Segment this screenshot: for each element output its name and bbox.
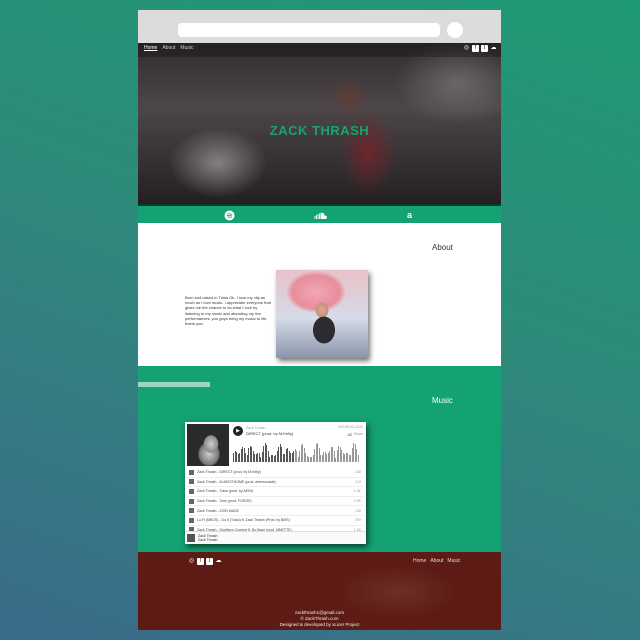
- like-count[interactable]: 42: [348, 432, 352, 437]
- top-nav: Home About Music ◎ f t ☁: [138, 43, 501, 57]
- music-section: Music ▶ Zack Thrash DIRECT (prod. by M.K…: [138, 366, 501, 552]
- footer-nav-home[interactable]: Home: [413, 558, 426, 564]
- nav-about[interactable]: About: [162, 45, 175, 51]
- amazon-icon[interactable]: a: [404, 210, 415, 221]
- footer-nav-music[interactable]: Music: [447, 558, 460, 564]
- track-thumbnail: [189, 479, 194, 485]
- facebook-icon[interactable]: f: [472, 45, 479, 52]
- share-button[interactable]: Share: [354, 432, 363, 436]
- track-title[interactable]: Zack Thrash - Tone (prod. FORGE): [197, 499, 252, 503]
- twitter-icon[interactable]: t: [481, 45, 488, 52]
- streaming-bar: a: [138, 204, 501, 225]
- track-row[interactable]: Zack Thrash - ALMOSTHOME (prod. ahlemona…: [187, 478, 364, 488]
- footer-credit: Designed & developed by xLicer Project: [279, 622, 360, 627]
- player-footer: Zack Thrash Zack Thrash: [185, 531, 366, 544]
- footer-section: ◎ f t ☁ Home About Music zackthrash1@gma…: [138, 552, 501, 630]
- spotify-icon[interactable]: [224, 210, 235, 221]
- music-heading: Music: [432, 396, 453, 405]
- track-title[interactable]: Zack Thrash - Tulsa (prod. by AEIN): [197, 489, 253, 493]
- player-track-title[interactable]: DIRECT (prod. by M.Kelly): [246, 431, 293, 436]
- footer-title[interactable]: Zack Thrash: [198, 538, 217, 542]
- play-button[interactable]: ▶: [233, 426, 243, 436]
- browser-menu-button[interactable]: [447, 22, 463, 38]
- track-row[interactable]: Zack Thrash - Tulsa (prod. by AEIN) 1.3K: [187, 487, 364, 497]
- section-divider-strip: [138, 382, 210, 387]
- track-plays: 158: [355, 470, 361, 475]
- browser-chrome: [138, 10, 501, 43]
- about-bio: Born and raised in Tulsa Ok. I love my c…: [185, 295, 271, 327]
- soundcloud-icon[interactable]: ☁: [215, 558, 222, 565]
- track-plays: 146: [355, 508, 361, 513]
- about-photo: [276, 270, 368, 358]
- track-thumbnail: [189, 488, 194, 494]
- track-plays: 4.5K: [353, 499, 361, 504]
- track-row[interactable]: Zack Thrash - DIRECT (prod. by M.Kelly) 1…: [187, 468, 364, 478]
- track-thumbnail: [189, 517, 194, 523]
- header-social-icons: ◎ f t ☁: [463, 45, 497, 52]
- track-row[interactable]: Lo-Fi (MEDS) - Do It (Tulsa) ft. Zack Th…: [187, 516, 364, 526]
- about-heading: About: [432, 243, 453, 252]
- soundcloud-player[interactable]: ▶ Zack Thrash DIRECT (prod. by M.Kelly) …: [185, 422, 366, 544]
- track-title[interactable]: Zack Thrash - ALMOSTHOME (prod. ahlemona…: [197, 480, 276, 484]
- footer-thumbnail: [187, 534, 195, 542]
- track-title[interactable]: Lo-Fi (MEDS) - Do It (Tulsa) ft. Zack Th…: [197, 518, 290, 522]
- facebook-icon[interactable]: f: [197, 558, 204, 565]
- track-plays: 213: [355, 479, 361, 484]
- hero-section: Home About Music ◎ f t ☁ ZACK THRASH: [138, 43, 501, 204]
- hero-title: ZACK THRASH: [269, 123, 370, 138]
- instagram-icon[interactable]: ◎: [188, 558, 195, 565]
- nav-music[interactable]: Music: [180, 45, 193, 51]
- track-title[interactable]: Zack Thrash - DIRECT (prod. by M.Kelly): [197, 470, 261, 474]
- browser-window: Home About Music ◎ f t ☁ ZACK THRASH a A…: [138, 10, 501, 630]
- about-section: About Born and raised in Tulsa Ok. I lov…: [138, 223, 501, 366]
- footer-nav: Home About Music: [413, 558, 460, 564]
- track-title[interactable]: Zack Thrash - ZION MADE: [197, 509, 239, 513]
- footer-nav-about[interactable]: About: [430, 558, 443, 564]
- soundcloud-icon[interactable]: [312, 210, 328, 221]
- album-art: [187, 424, 229, 466]
- track-row[interactable]: Zack Thrash - Tone (prod. FORGE) 4.5K: [187, 497, 364, 507]
- soundcloud-icon[interactable]: ☁: [490, 45, 497, 52]
- nav-home[interactable]: Home: [144, 45, 157, 51]
- twitter-icon[interactable]: t: [206, 558, 213, 565]
- track-thumbnail: [189, 508, 194, 514]
- player-artist[interactable]: Zack Thrash: [246, 426, 265, 430]
- waveform[interactable]: [233, 440, 361, 462]
- track-row[interactable]: Zack Thrash - ZION MADE 146: [187, 506, 364, 516]
- track-plays: 390: [355, 518, 361, 523]
- soundcloud-brand[interactable]: SOUNDCLOUD: [338, 425, 363, 429]
- instagram-icon[interactable]: ◎: [463, 45, 470, 52]
- footer-social-icons: ◎ f t ☁: [188, 558, 222, 565]
- address-bar[interactable]: [178, 23, 440, 37]
- track-plays: 1.3K: [353, 489, 361, 494]
- track-thumbnail: [189, 469, 194, 475]
- track-thumbnail: [189, 498, 194, 504]
